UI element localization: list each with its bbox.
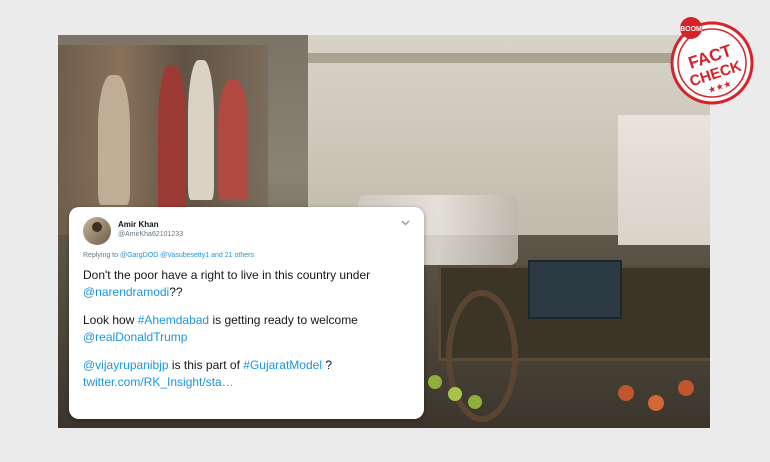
- reply-mention-link[interactable]: @Vasubesetty1: [160, 252, 209, 259]
- wall-ledge: [308, 53, 710, 63]
- person: [98, 75, 130, 205]
- cart-wheel: [446, 290, 518, 422]
- tweet-paragraph: @vijayrupanibjp is this part of #Gujarat…: [83, 357, 413, 391]
- vegetable: [428, 375, 442, 389]
- shop-banner: [618, 115, 710, 245]
- tweet-text-segment: Look how: [83, 313, 135, 327]
- stamp-top-text: BOOM: [680, 26, 702, 33]
- vegetable: [678, 380, 694, 396]
- replying-to: Replying to @GargDOD @Vasubesetty1 and 2…: [83, 252, 254, 259]
- tweet-text-segment: is this part of: [171, 358, 240, 372]
- vegetable: [648, 395, 664, 411]
- mention-link[interactable]: @vijayrupanibjp: [83, 358, 169, 372]
- tweet-paragraph: Look how #Ahemdabad is getting ready to …: [83, 312, 413, 346]
- tweet-text: Don't the poor have a right to live in t…: [83, 267, 413, 402]
- tweet-paragraph: Don't the poor have a right to live in t…: [83, 267, 413, 301]
- tweet-url-link[interactable]: twitter.com/RK_Insight/sta…: [83, 375, 234, 389]
- person: [188, 60, 214, 200]
- person: [158, 65, 186, 215]
- vegetable: [468, 395, 482, 409]
- person: [218, 80, 248, 200]
- vegetable: [618, 385, 634, 401]
- reply-mention-link[interactable]: @GargDOD: [120, 252, 158, 259]
- tweet-text-segment: is getting ready to welcome: [212, 313, 358, 327]
- tweet-card: Amir Khan @AmirKha62101233 Replying to @…: [69, 207, 424, 419]
- author-name[interactable]: Amir Khan: [118, 220, 158, 229]
- mention-link[interactable]: @narendramodi: [83, 285, 169, 299]
- vegetable: [448, 387, 462, 401]
- hashtag-link[interactable]: #GujaratModel: [243, 358, 322, 372]
- author-handle[interactable]: @AmirKha62101233: [118, 231, 183, 238]
- crate: [528, 260, 622, 319]
- mention-link[interactable]: @realDonaldTrump: [83, 330, 187, 344]
- tweet-text-segment: Don't the poor have a right to live in t…: [83, 268, 371, 282]
- chevron-down-icon[interactable]: [401, 218, 410, 228]
- reply-others-link[interactable]: and 21 others: [211, 252, 254, 259]
- tweet-text-segment: ?: [325, 358, 333, 372]
- tweet-text-segment: ??: [169, 285, 183, 299]
- hashtag-link[interactable]: #Ahemdabad: [138, 313, 209, 327]
- replying-label: Replying to: [83, 252, 119, 259]
- fact-check-stamp: BOOM FACT CHECK ★★★: [667, 16, 757, 106]
- avatar[interactable]: [83, 217, 111, 245]
